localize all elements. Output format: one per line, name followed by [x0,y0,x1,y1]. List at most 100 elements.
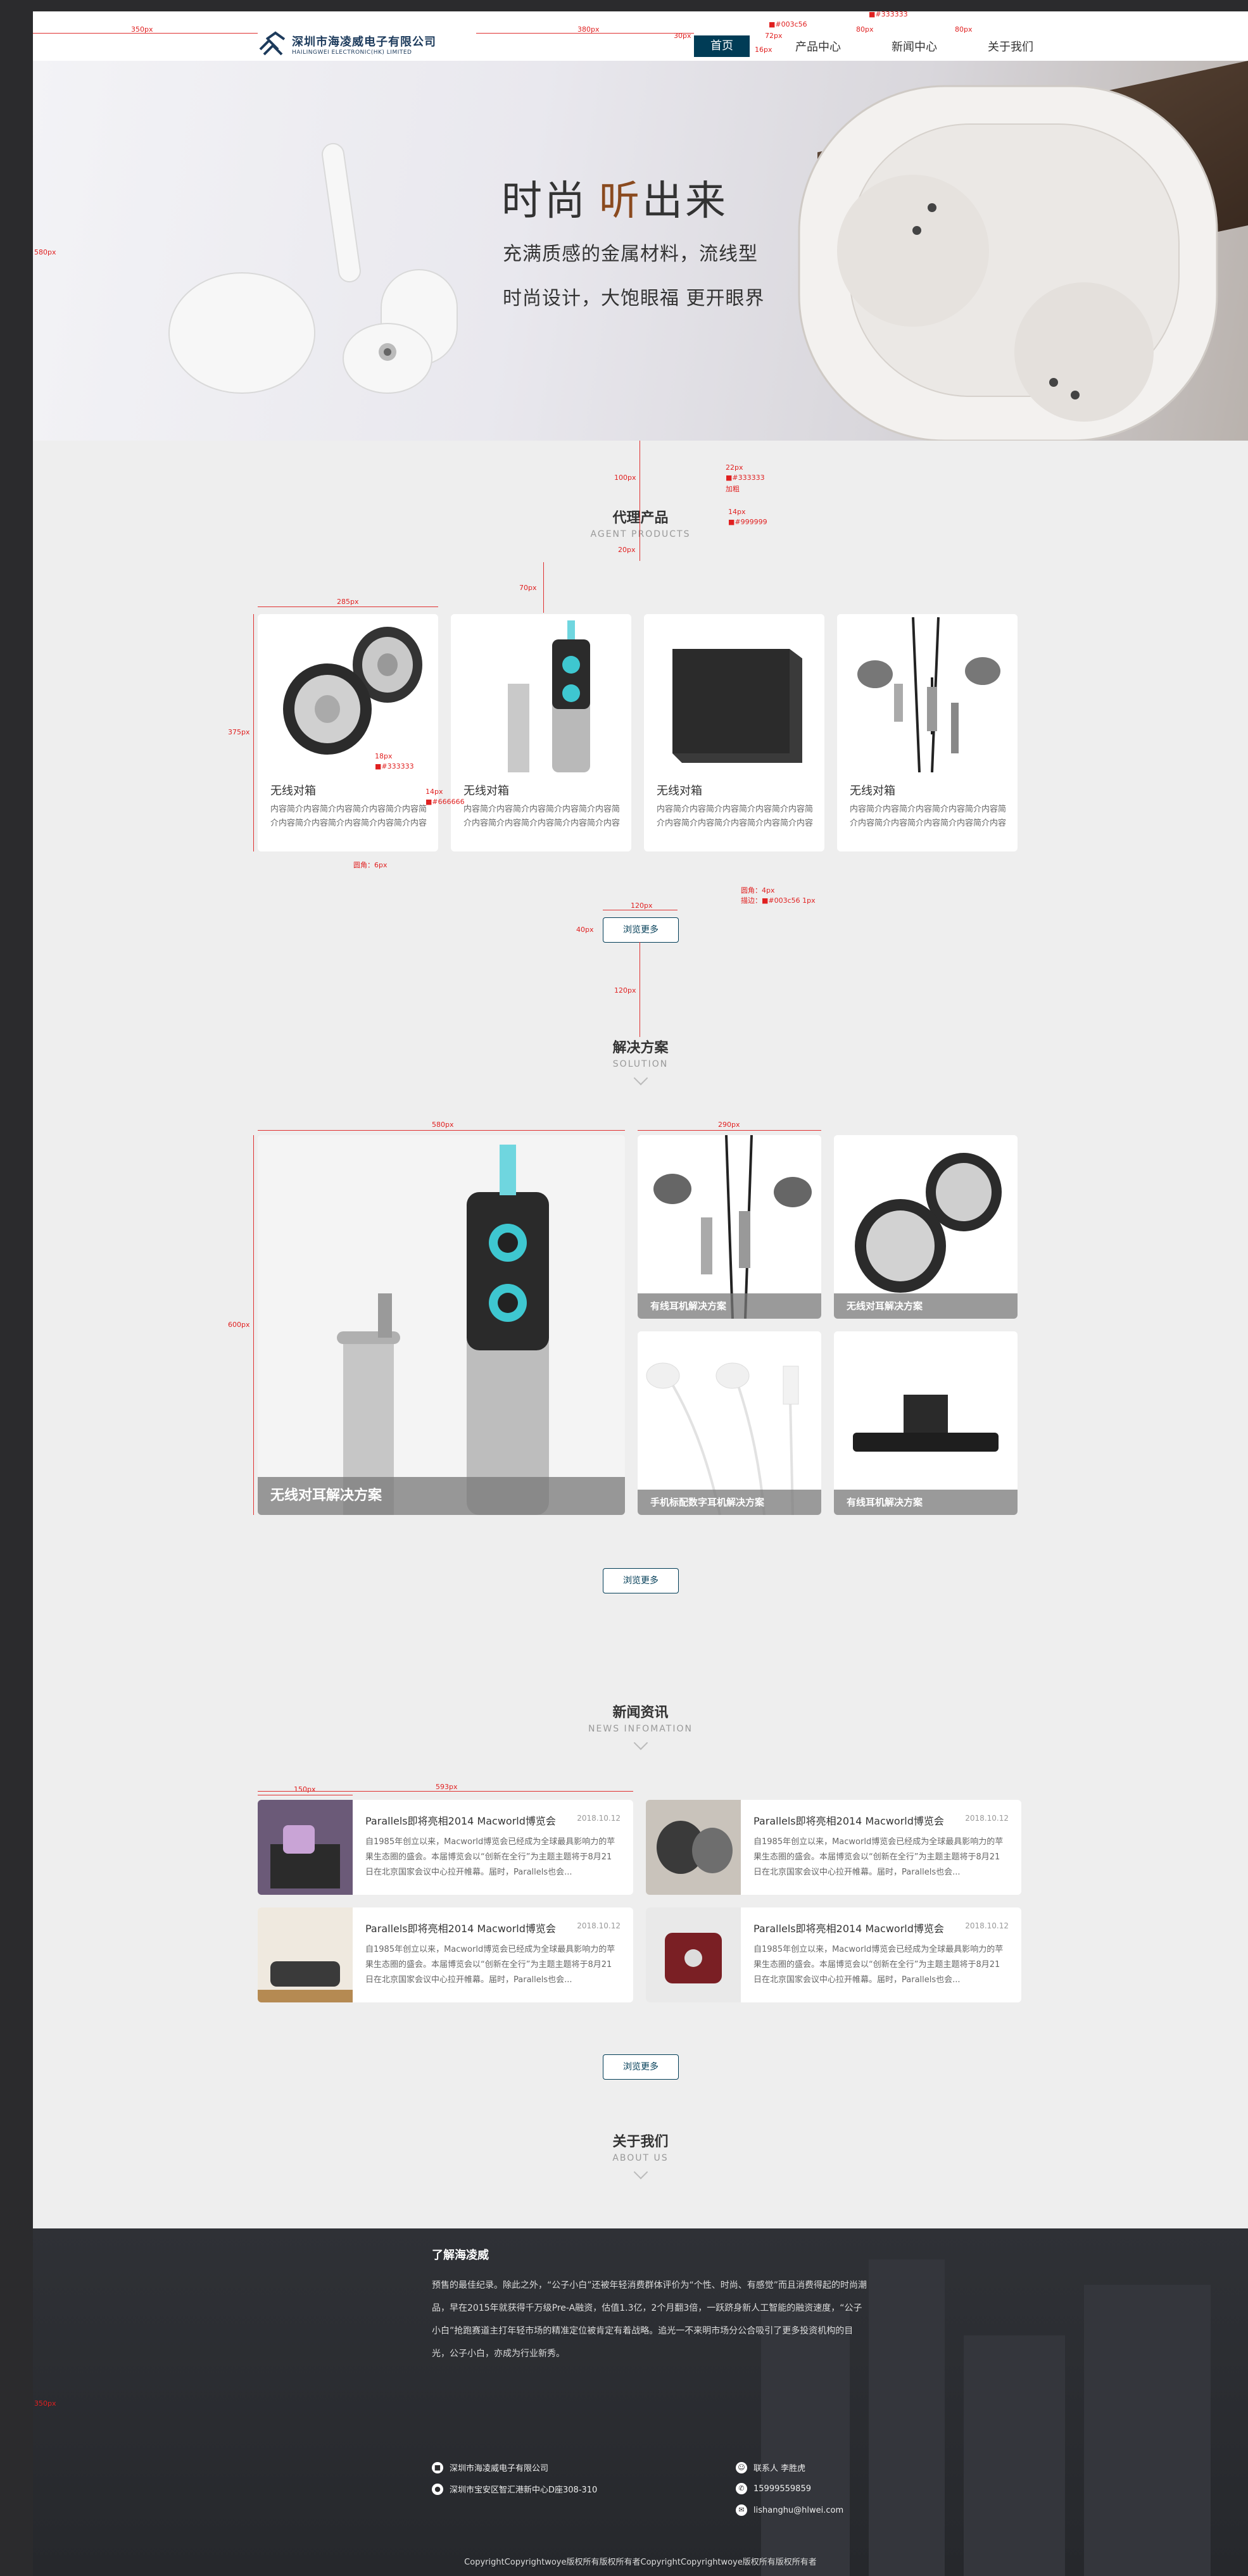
about-heading: 关于我们 ABOUT US [33,2130,1248,2180]
logo-name-cn: 深圳市海凌威电子有限公司 [292,35,436,49]
annotation-label: 40px [576,926,594,934]
annotation-label: 150px [294,1785,316,1794]
annotation-label: ■#999999 [728,518,767,526]
products-more-button[interactable]: 浏览更多 [603,917,679,943]
news-thumbnail [258,1907,353,2002]
news-title: Parallels即将亮相2014 Macworld博览会 [365,1923,556,1935]
product-card[interactable]: 无线对箱 内容简介内容简介内容简介内容简介内容简介内容简介内容简介内容简介内容简… [644,614,824,851]
tws-earbuds-solution-image [258,1135,625,1515]
hero-line-1: 充满质感的金属材料，流线型 [503,243,758,265]
white-earphones-solution-image [638,1331,821,1515]
news-thumbnail [646,1800,741,1895]
news-thumbnail [646,1907,741,2002]
annotation-label: 20px [618,546,636,554]
solution-caption: 手机标配数字耳机解决方案 [638,1490,821,1515]
annotation-label: 22px [726,463,743,472]
annotation-label: 圆角：4px [741,886,775,895]
news-date: 2018.10.12 [577,1814,621,1823]
hero-banner: 时尚 听出来 充满质感的金属材料，流线型 时尚设计，大饱眼福 更开眼界 [33,61,1248,441]
solution-tile[interactable]: 有线耳机解决方案 [638,1135,821,1319]
soundbar-solution-image [834,1331,1018,1515]
solution-caption: 无线对耳解决方案 [834,1293,1018,1319]
speaker-solution-image [834,1135,1018,1319]
solution-caption: 有线耳机解决方案 [638,1293,821,1319]
main-nav: 首页 产品中心 新闻中心 关于我们 [694,35,1084,57]
news-item[interactable]: Parallels即将亮相2014 Macworld博览会 2018.10.12… [258,1800,633,1895]
footer-email[interactable]: ✉ lishanghu@hlwei.com [736,2504,843,2516]
annotation-label: 580px [432,1121,454,1129]
nav-news[interactable]: 新闻中心 [892,38,937,54]
footer-phone[interactable]: ✆ 15999559859 [736,2483,811,2494]
nav-products[interactable]: 产品中心 [795,38,841,54]
annotation-line [258,1791,633,1792]
footer-contact: ☺ 联系人 李胜虎 [736,2461,805,2473]
product-title: 无线对箱 [463,784,509,798]
chevron-down-icon [633,1071,648,1086]
box-speaker-product-image [644,614,824,772]
footer-building-bg [1084,2285,1211,2576]
products-subtitle: AGENT PRODUCTS [590,529,691,539]
news-desc: 自1985年创立以来，Macworld博览会已经成为全球最具影响力的苹果生态圈的… [753,1837,1004,1877]
hero-line-2: 时尚设计，大饱眼福 更开眼界 [503,287,765,310]
solutions-more-button[interactable]: 浏览更多 [603,1568,679,1593]
news-desc: 自1985年创立以来，Macworld博览会已经成为全球最具影响力的苹果生态圈的… [365,1837,615,1877]
nav-about[interactable]: 关于我们 [988,38,1033,54]
annotation-line [638,1130,821,1131]
product-card[interactable]: 无线对箱 内容简介内容简介内容简介内容简介内容简介内容简介内容简介内容简介内容简… [451,614,631,851]
user-icon: ☺ [736,2461,747,2473]
annotation-line [253,1135,254,1515]
annotation-label: 80px [856,25,874,34]
mail-icon: ✉ [736,2504,747,2516]
about-subtitle: ABOUT US [612,2153,669,2163]
about-title: 关于我们 [612,2134,669,2150]
annotation-label: ■#003c56 [769,20,807,28]
annotation-label: 593px [436,1783,458,1791]
hero-title: 时尚 听出来 [501,168,728,227]
product-title: 无线对箱 [657,784,702,798]
news-item[interactable]: Parallels即将亮相2014 Macworld博览会 2018.10.12… [646,1907,1021,2002]
annotation-label: 70px [519,584,537,592]
annotation-label: 14px [728,508,746,516]
solution-tile[interactable]: 无线对耳解决方案 [834,1135,1018,1319]
annotation-label: 285px [337,598,359,606]
speaker-product-image [258,614,438,772]
footer-contact-text: 联系人 李胜虎 [753,2464,806,2473]
footer-address: ● 深圳市宝安区智汇港新中心D座308-310 [432,2483,597,2495]
annotation-label: ■#333333 [869,10,908,18]
product-title: 无线对箱 [850,784,895,798]
product-desc: 内容简介内容简介内容简介内容简介内容简介内容简介内容简介内容简介内容简介内容简介… [463,805,621,828]
news-desc: 自1985年创立以来，Macworld博览会已经成为全球最具影响力的苹果生态圈的… [753,1945,1004,1985]
footer-company: ■ 深圳市海凌威电子有限公司 [432,2461,548,2473]
footer-address-text: 深圳市宝安区智汇港新中心D座308-310 [450,2485,598,2495]
annotation-label: 80px [955,25,973,34]
building-icon: ■ [432,2461,443,2473]
news-more-button[interactable]: 浏览更多 [603,2054,679,2080]
footer-body: 预售的最佳纪录。除此之外，“公子小白”还被年轻消费群体评价为“个性、时尚、有感觉… [432,2280,867,2359]
products-heading: 代理产品 AGENT PRODUCTS [33,506,1248,539]
news-subtitle: NEWS INFOMATION [588,1724,693,1734]
solution-tile-featured[interactable]: 无线对耳解决方案 [258,1135,625,1515]
footer-phone-text: 15999559859 [753,2484,811,2494]
solution-caption: 无线对耳解决方案 [258,1477,625,1515]
news-title: Parallels即将亮相2014 Macworld博览会 [753,1923,944,1935]
hero-title-highlight: 听 [599,178,642,225]
product-card[interactable]: 无线对箱 内容简介内容简介内容简介内容简介内容简介内容简介内容简介内容简介内容简… [258,614,438,851]
solution-caption: 有线耳机解决方案 [834,1490,1018,1515]
news-item[interactable]: Parallels即将亮相2014 Macworld博览会 2018.10.12… [258,1907,633,2002]
nav-home[interactable]: 首页 [694,35,750,57]
tws-earbuds-product-image [451,614,631,772]
solution-tile[interactable]: 手机标配数字耳机解决方案 [638,1331,821,1515]
annotation-label: 580px [34,248,56,256]
product-card[interactable]: 无线对箱 内容简介内容简介内容简介内容简介内容简介内容简介内容简介内容简介内容简… [837,614,1018,851]
annotation-label: 380px [577,25,600,34]
footer-email-text: lishanghu@hlwei.com [753,2505,844,2515]
company-logo[interactable]: 深圳市海凌威电子有限公司 HAILINGWEI ELECTRONIC(HK) L… [258,30,436,58]
news-item[interactable]: Parallels即将亮相2014 Macworld博览会 2018.10.12… [646,1800,1021,1895]
annotation-label: 100px [614,474,636,482]
solution-tile[interactable]: 有线耳机解决方案 [834,1331,1018,1515]
page: 深圳市海凌威电子有限公司 HAILINGWEI ELECTRONIC(HK) L… [33,0,1248,2576]
products-title: 代理产品 [612,510,669,526]
news-heading: 新闻资讯 NEWS INFOMATION [33,1701,1248,1750]
annotation-label: 120px [631,902,653,910]
copyright: CopyrightCopyrightwoye版权所有版权所有者Copyright… [464,2558,817,2567]
